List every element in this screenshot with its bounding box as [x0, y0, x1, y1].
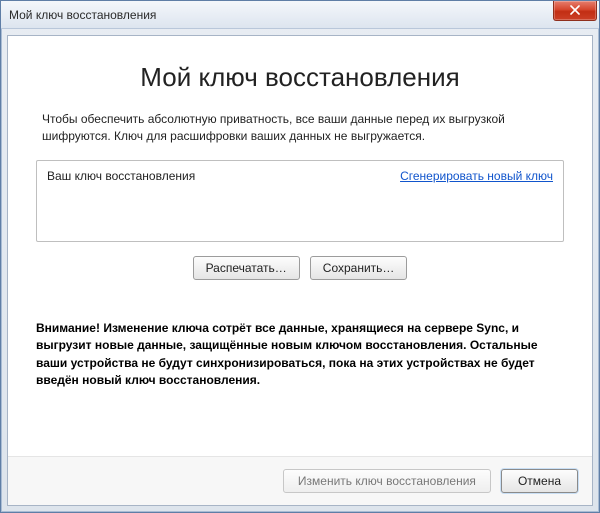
titlebar: Мой ключ восстановления [1, 1, 599, 29]
warning-text: Внимание! Изменение ключа сотрёт все дан… [36, 320, 564, 456]
action-button-row: Распечатать… Сохранить… [34, 256, 566, 280]
close-button[interactable] [553, 1, 597, 21]
change-key-button[interactable]: Изменить ключ восстановления [283, 469, 491, 493]
recovery-key-label: Ваш ключ восстановления [47, 169, 195, 183]
recovery-key-box: Ваш ключ восстановления Сгенерировать но… [36, 160, 564, 242]
recovery-key-field[interactable] [47, 189, 553, 215]
description-text: Чтобы обеспечить абсолютную приватность,… [42, 111, 558, 146]
dialog-footer: Изменить ключ восстановления Отмена [8, 456, 592, 505]
window-title: Мой ключ восстановления [9, 8, 156, 22]
print-button[interactable]: Распечатать… [193, 256, 300, 280]
generate-new-key-link[interactable]: Сгенерировать новый ключ [400, 169, 553, 183]
cancel-button[interactable]: Отмена [501, 469, 578, 493]
save-button[interactable]: Сохранить… [310, 256, 408, 280]
dialog-window: Мой ключ восстановления Мой ключ восстан… [0, 0, 600, 513]
close-icon [570, 5, 580, 15]
page-heading: Мой ключ восстановления [34, 62, 566, 93]
client-area: Мой ключ восстановления Чтобы обеспечить… [7, 35, 593, 506]
